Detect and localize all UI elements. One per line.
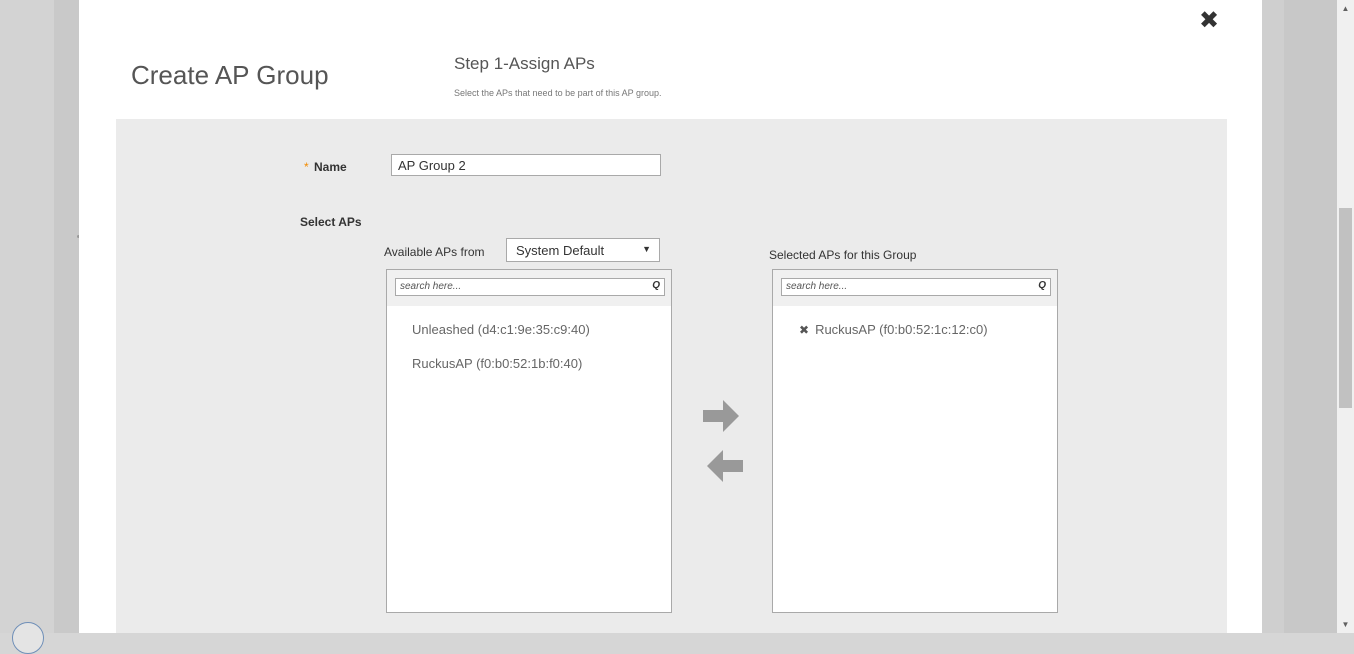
backdrop-left-inner [54,0,79,633]
selected-aps-list: search here... Q ✖ RuckusAP (f0:b0:52:1c:… [772,269,1058,613]
selected-search-input[interactable]: search here... Q [781,278,1051,296]
move-right-arrow-icon[interactable] [701,399,745,433]
list-item-label: RuckusAP (f0:b0:52:1c:12:c0) [815,322,988,337]
step-subtitle: Select the APs that need to be part of t… [454,88,662,98]
ap-group-source-value: System Default [516,243,605,258]
available-search-input[interactable]: search here... Q [395,278,665,296]
selected-aps-label: Selected APs for this Group [769,248,917,262]
ap-group-source-select[interactable]: System Default ▼ [506,238,660,262]
search-icon[interactable]: Q [652,280,660,291]
scroll-thumb[interactable] [1339,208,1352,408]
help-button[interactable] [12,622,44,654]
required-marker: * [304,160,309,174]
page-scrollbar[interactable]: ▲ ▼ [1337,0,1354,633]
dialog-title: Create AP Group [131,60,329,90]
search-placeholder: search here... [786,281,848,292]
scroll-down-icon[interactable]: ▼ [1337,616,1354,633]
move-left-arrow-icon[interactable] [701,449,745,483]
form-area: * Name Select APs Available APs from Sys… [116,119,1227,633]
name-input[interactable] [391,154,661,176]
available-aps-label: Available APs from [384,245,485,259]
dropdown-arrow-icon: ▼ [642,244,651,254]
create-ap-group-dialog: ✖ Create AP Group Step 1-Assign APs Sele… [79,0,1262,633]
name-label: Name [314,160,347,174]
list-item[interactable]: ✖ RuckusAP (f0:b0:52:1c:12:c0) [799,322,988,337]
remove-icon[interactable]: ✖ [799,323,809,337]
available-aps-list: search here... Q Unleashed (d4:c1:9e:35:… [386,269,672,613]
list-item[interactable]: RuckusAP (f0:b0:52:1b:f0:40) [412,356,582,371]
list-item[interactable]: Unleashed (d4:c1:9e:35:c9:40) [412,322,590,337]
select-aps-label: Select APs [300,215,362,229]
backdrop-right-outer [1284,0,1337,633]
close-icon[interactable]: ✖ [1196,8,1222,34]
step-title: Step 1-Assign APs [454,54,595,73]
backdrop-left [0,0,54,633]
search-placeholder: search here... [400,281,462,292]
backdrop-right [1262,0,1284,633]
search-icon[interactable]: Q [1038,280,1046,291]
scroll-up-icon[interactable]: ▲ [1337,0,1354,17]
